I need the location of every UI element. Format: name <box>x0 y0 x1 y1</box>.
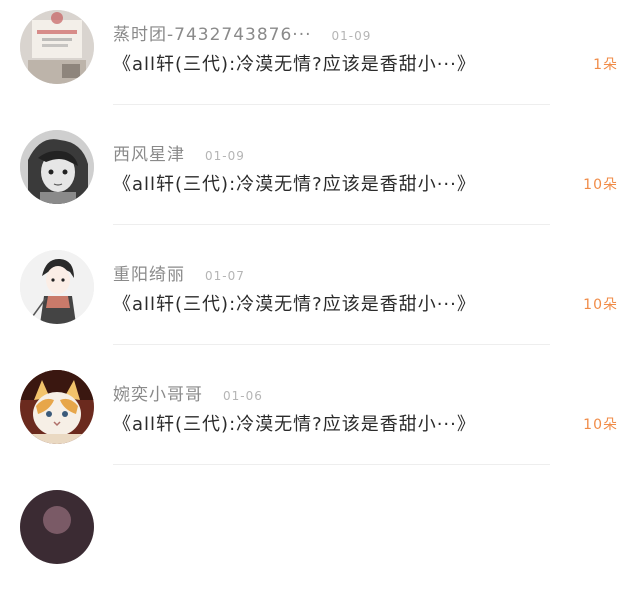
list-item[interactable] <box>0 480 640 600</box>
item-header: 重阳绮丽 01-07 <box>113 260 245 285</box>
user-avatar[interactable] <box>20 10 94 84</box>
avatar-anime-boy-icon <box>20 250 94 324</box>
user-name[interactable]: 蒸时团-7432743876··· <box>113 20 312 45</box>
divider <box>113 104 550 105</box>
list-item[interactable]: 西风星津 01-09 《all轩(三代):冷漠无情?应该是香甜小···》 10朵 <box>0 120 640 240</box>
user-avatar[interactable] <box>20 250 94 324</box>
item-message[interactable]: 《all轩(三代):冷漠无情?应该是香甜小···》 <box>113 290 543 316</box>
item-header: 婉奕小哥哥 01-06 <box>113 380 263 405</box>
item-date: 01-09 <box>331 29 372 43</box>
user-avatar[interactable] <box>20 490 94 564</box>
list-item[interactable]: 蒸时团-7432743876··· 01-09 《all轩(三代):冷漠无情?应… <box>0 0 640 120</box>
avatar-sketch-face-icon <box>20 130 94 204</box>
user-name[interactable]: 西风星津 <box>113 140 185 165</box>
gift-record-list: 蒸时团-7432743876··· 01-09 《all轩(三代):冷漠无情?应… <box>0 0 640 600</box>
divider <box>113 344 550 345</box>
user-name[interactable]: 重阳绮丽 <box>113 260 185 285</box>
avatar-cat-icon <box>20 370 94 444</box>
flower-count: 10朵 <box>583 417 618 433</box>
flower-count: 10朵 <box>583 297 618 313</box>
flower-count: 1朵 <box>593 57 618 73</box>
divider <box>113 224 550 225</box>
list-item[interactable]: 婉奕小哥哥 01-06 《all轩(三代):冷漠无情?应该是香甜小···》 10… <box>0 360 640 480</box>
item-date: 01-06 <box>223 389 263 403</box>
divider <box>113 464 550 465</box>
list-item[interactable]: 重阳绮丽 01-07 《all轩(三代):冷漠无情?应该是香甜小···》 10朵 <box>0 240 640 360</box>
user-avatar[interactable] <box>20 370 94 444</box>
avatar-badge-photo-icon <box>20 10 94 84</box>
item-header: 蒸时团-7432743876··· 01-09 <box>113 20 372 45</box>
item-message[interactable]: 《all轩(三代):冷漠无情?应该是香甜小···》 <box>113 50 543 76</box>
flower-count: 10朵 <box>583 177 618 193</box>
item-date: 01-09 <box>205 149 245 163</box>
avatar-dark-photo-icon <box>20 490 94 564</box>
user-name[interactable]: 婉奕小哥哥 <box>113 380 203 405</box>
item-message[interactable]: 《all轩(三代):冷漠无情?应该是香甜小···》 <box>113 410 543 436</box>
item-message[interactable]: 《all轩(三代):冷漠无情?应该是香甜小···》 <box>113 170 543 196</box>
user-avatar[interactable] <box>20 130 94 204</box>
item-date: 01-07 <box>205 269 245 283</box>
item-header: 西风星津 01-09 <box>113 140 245 165</box>
